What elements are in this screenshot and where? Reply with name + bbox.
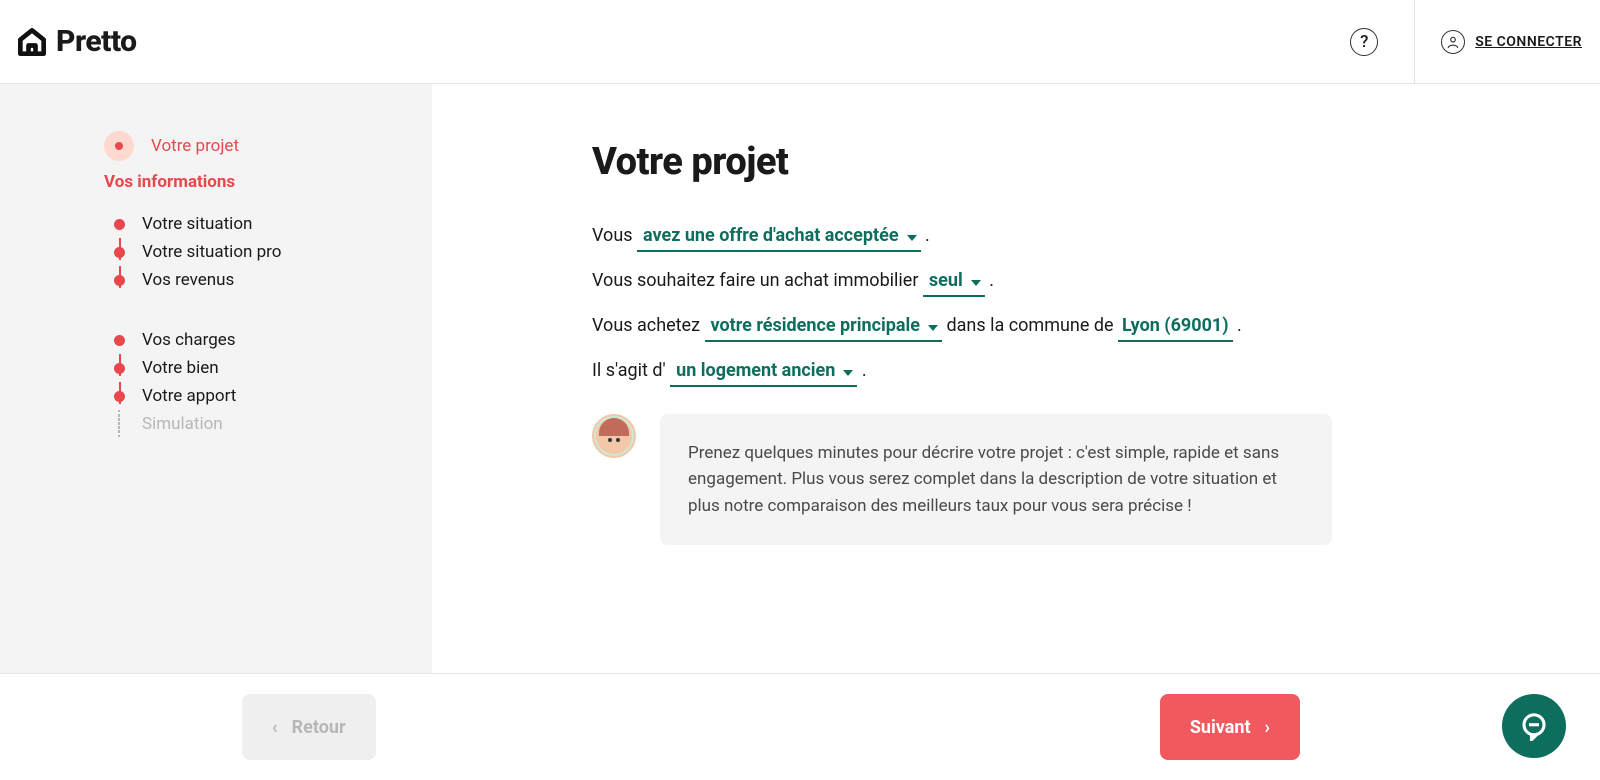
footer: ‹ Retour Suivant › bbox=[0, 673, 1600, 780]
sidebar-item-label: Vos revenus bbox=[142, 270, 234, 290]
info-text: Prenez quelques minutes pour décrire vot… bbox=[660, 414, 1332, 545]
select-offer-status[interactable]: avez une offre d'achat acceptée bbox=[637, 225, 921, 252]
user-icon bbox=[1441, 30, 1465, 54]
sidebar-section-header: Vos informations bbox=[104, 172, 432, 192]
city-input[interactable]: Lyon (69001) bbox=[1118, 315, 1233, 342]
main-content: Votre projet Vous avez une offre d'achat… bbox=[432, 84, 1600, 673]
back-button: ‹ Retour bbox=[242, 694, 376, 760]
sidebar-item-label: Votre bien bbox=[142, 358, 219, 378]
sidebar-item-apport[interactable]: Votre apport bbox=[104, 382, 432, 410]
sidebar-item-simulation: Simulation bbox=[104, 410, 432, 438]
sidebar-item-label: Votre apport bbox=[142, 386, 236, 406]
brand-logo[interactable]: Pretto bbox=[18, 24, 137, 59]
sidebar-item-charges[interactable]: Vos charges bbox=[104, 326, 432, 354]
sentence-alone: Vous souhaitez faire un achat immobilier… bbox=[592, 267, 1600, 294]
help-button[interactable]: ? bbox=[1350, 28, 1378, 56]
sidebar-item-bien[interactable]: Votre bien bbox=[104, 354, 432, 382]
sidebar-item-label: Votre projet bbox=[151, 136, 239, 156]
sentence-logement: Il s'agit d' un logement ancien . bbox=[592, 357, 1600, 384]
sidebar: Votre projet Vos informations Votre situ… bbox=[0, 84, 432, 673]
house-icon bbox=[18, 28, 46, 56]
chat-fab[interactable] bbox=[1502, 694, 1566, 758]
chat-icon bbox=[1519, 711, 1549, 741]
sentence-status: Vous avez une offre d'achat acceptée . bbox=[592, 222, 1600, 249]
select-residence-type[interactable]: votre résidence principale bbox=[705, 315, 942, 342]
sidebar-item-label: Vos charges bbox=[142, 330, 236, 350]
next-button[interactable]: Suivant › bbox=[1160, 694, 1300, 760]
select-alone[interactable]: seul bbox=[923, 270, 985, 297]
sidebar-item-situation[interactable]: Votre situation bbox=[104, 210, 432, 238]
sentence-residence: Vous achetez votre résidence principale … bbox=[592, 312, 1600, 339]
sidebar-item-situation-pro[interactable]: Votre situation pro bbox=[104, 238, 432, 266]
login-link[interactable]: SE CONNECTER bbox=[1475, 34, 1582, 50]
page-title: Votre projet bbox=[592, 140, 1600, 184]
brand-name: Pretto bbox=[56, 24, 137, 59]
advisor-avatar-icon bbox=[592, 414, 636, 458]
info-box: Prenez quelques minutes pour décrire vot… bbox=[592, 414, 1332, 545]
sidebar-item-label: Votre situation bbox=[142, 214, 252, 234]
sidebar-item-revenus[interactable]: Vos revenus bbox=[104, 266, 432, 294]
chevron-left-icon: ‹ bbox=[272, 717, 278, 738]
header: Pretto ? SE CONNECTER bbox=[0, 0, 1600, 84]
sidebar-item-label: Votre situation pro bbox=[142, 242, 281, 262]
chevron-right-icon: › bbox=[1265, 717, 1270, 738]
sidebar-item-projet[interactable]: Votre projet bbox=[104, 132, 432, 160]
sidebar-item-label: Simulation bbox=[142, 414, 223, 434]
select-property-age[interactable]: un logement ancien bbox=[670, 360, 857, 387]
